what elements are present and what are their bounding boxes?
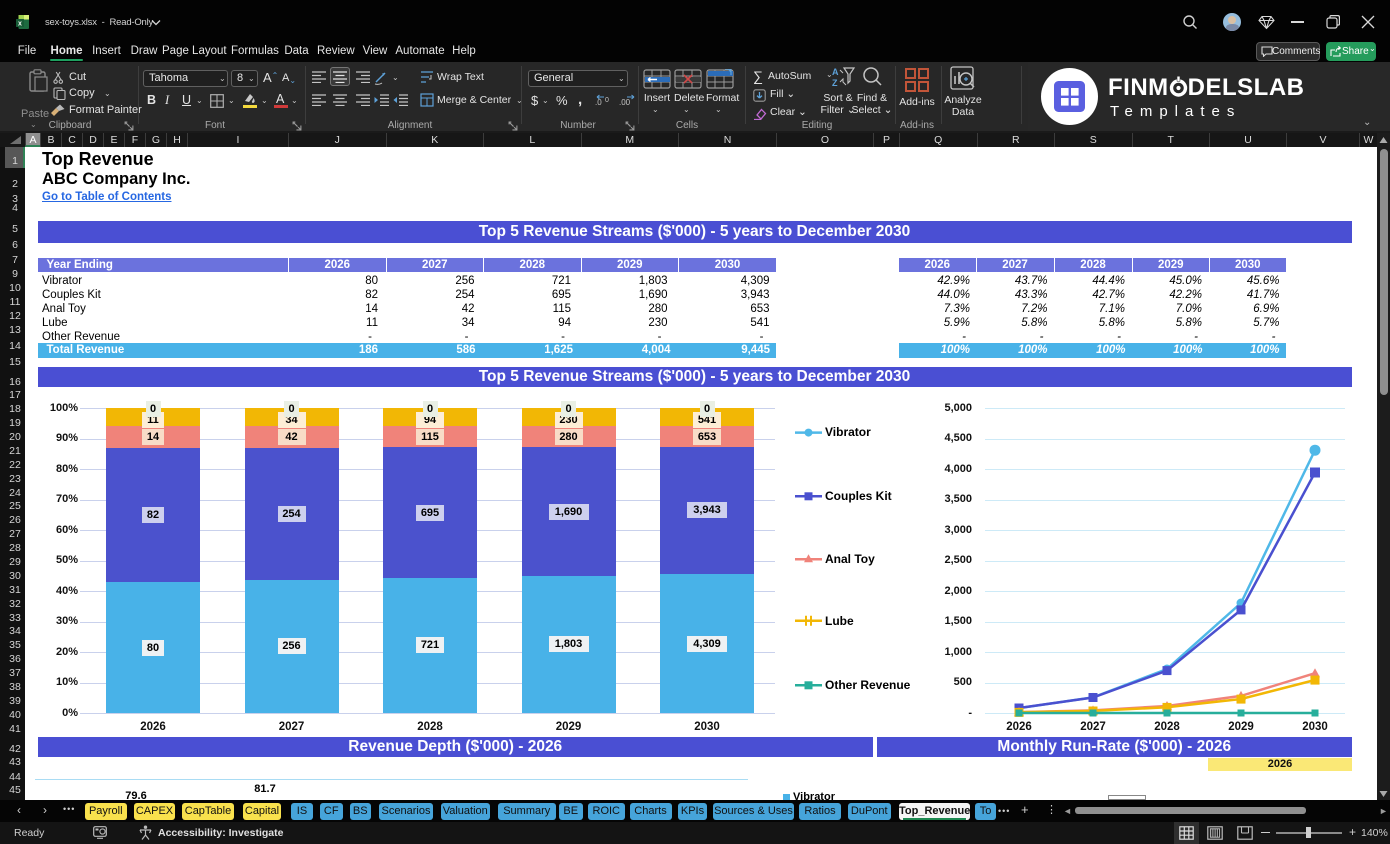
svg-text:.00: .00 xyxy=(619,98,631,107)
svg-text:Z: Z xyxy=(832,78,838,88)
svg-text:.0: .0 xyxy=(595,98,602,107)
svg-text:x: x xyxy=(18,21,22,28)
svg-text:A: A xyxy=(832,67,839,77)
svg-text:0: 0 xyxy=(605,97,609,104)
